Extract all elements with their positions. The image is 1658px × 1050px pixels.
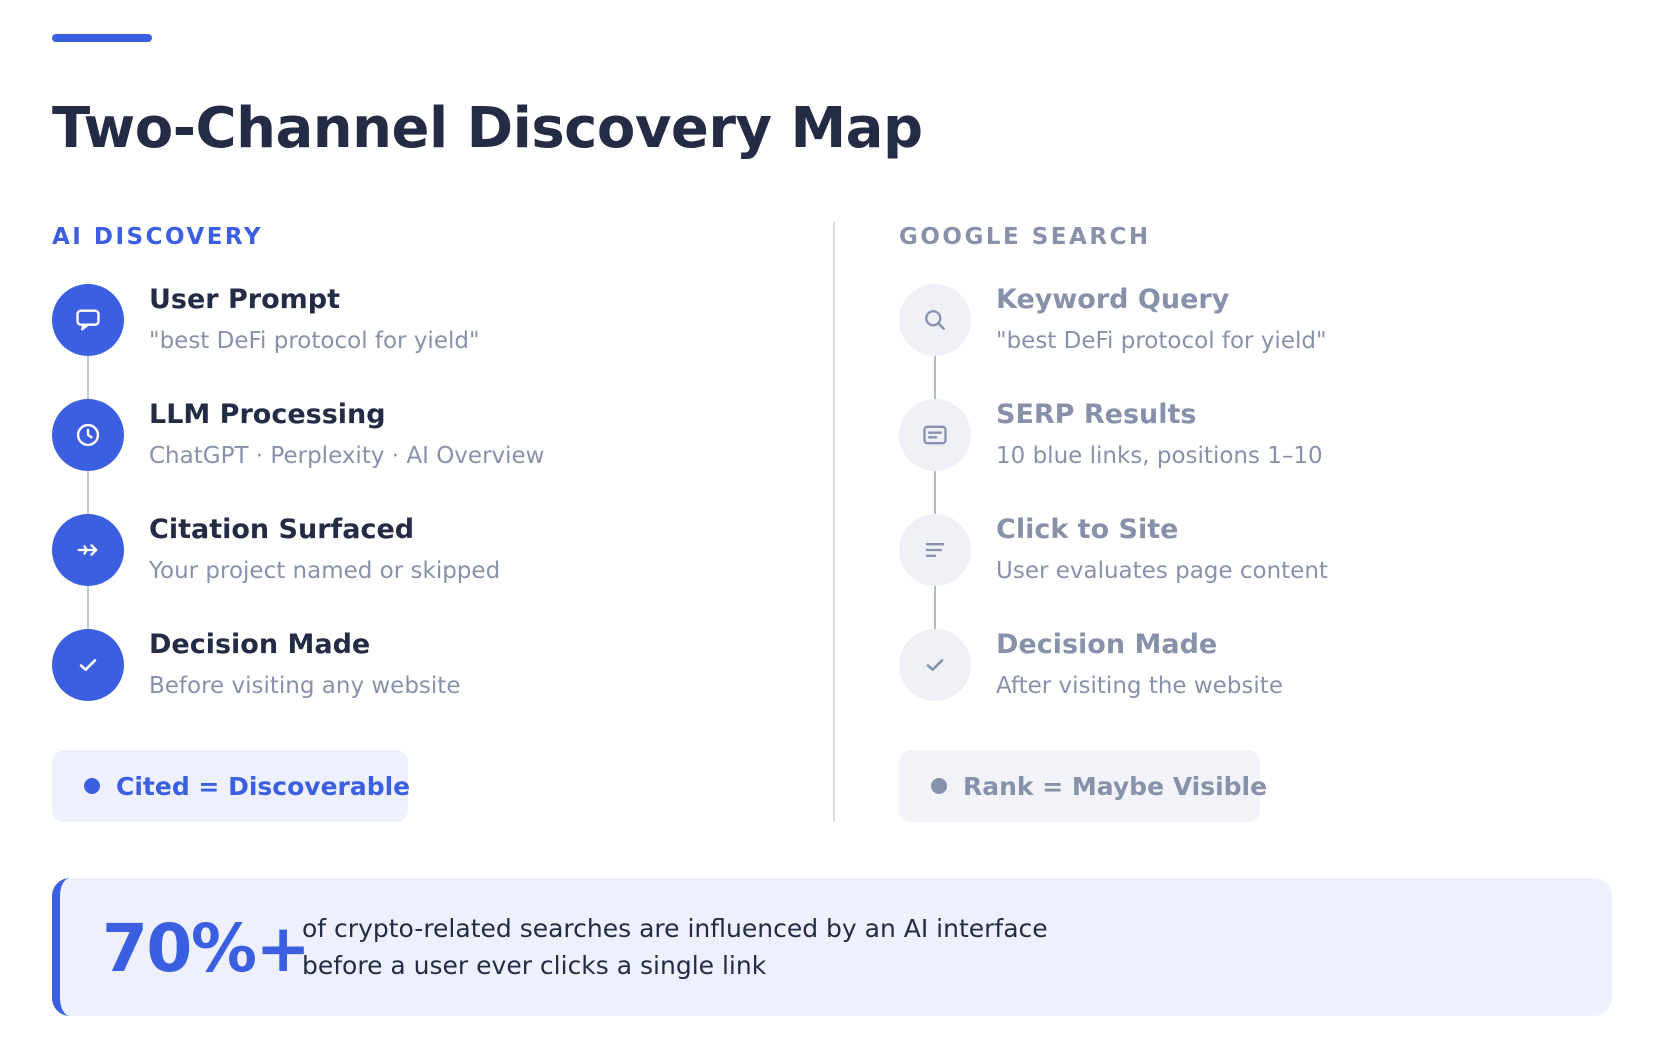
step-subtitle: Your project named or skipped xyxy=(149,558,501,584)
results-list-icon xyxy=(923,425,947,445)
arrow-right-icon xyxy=(77,544,98,556)
stat-line-1: of crypto-related searches are influence… xyxy=(302,914,1048,943)
search-icon xyxy=(925,310,945,330)
step-subtitle: User evaluates page content xyxy=(996,558,1328,584)
step-title: Citation Surfaced xyxy=(149,514,415,545)
step-title: Decision Made xyxy=(996,629,1218,660)
chat-bubble-icon xyxy=(76,309,100,331)
step-subtitle: ChatGPT · Perplexity · AI Overview xyxy=(149,443,545,469)
column-divider xyxy=(833,222,835,822)
google-step-keyword-query: Keyword Query "best DeFi protocol for yi… xyxy=(899,284,1658,399)
ai-discovery-column: AI DISCOVERY User Prompt "best DeFi prot… xyxy=(52,222,812,744)
ai-step-circle xyxy=(52,629,124,701)
step-title: SERP Results xyxy=(996,399,1197,430)
ai-outcome-badge: Cited = Discoverable xyxy=(52,750,411,822)
step-title: User Prompt xyxy=(149,284,341,315)
google-outcome-badge: Rank = Maybe Visible xyxy=(899,750,1267,822)
stat-callout: 70%+ of crypto-related searches are infl… xyxy=(52,878,1612,1016)
badge-label: Rank = Maybe Visible xyxy=(963,771,1268,801)
text-lines-icon xyxy=(925,543,945,557)
google-step-circle xyxy=(899,399,971,471)
badge-dot-icon xyxy=(84,778,100,794)
page-title: Two-Channel Discovery Map xyxy=(52,96,923,161)
clock-icon xyxy=(76,423,100,447)
step-subtitle: 10 blue links, positions 1–10 xyxy=(996,443,1323,469)
checkmark-icon xyxy=(79,659,97,671)
google-step-decision-made: Decision Made After visiting the website xyxy=(899,629,1658,744)
google-column-heading: GOOGLE SEARCH xyxy=(899,224,1151,250)
step-subtitle: "best DeFi protocol for yield" xyxy=(996,328,1327,354)
google-search-column: GOOGLE SEARCH Keyword Query "best DeFi p… xyxy=(899,222,1658,744)
checkmark-icon xyxy=(926,659,944,671)
google-step-click-to-site: Click to Site User evaluates page conten… xyxy=(899,514,1658,629)
ai-step-decision-made: Decision Made Before visiting any websit… xyxy=(52,629,812,744)
stat-description: of crypto-related searches are influence… xyxy=(302,910,1048,984)
accent-bar xyxy=(52,34,152,42)
step-title: Click to Site xyxy=(996,514,1179,545)
badge-dot-icon xyxy=(931,778,947,794)
google-step-serp-results: SERP Results 10 blue links, positions 1–… xyxy=(899,399,1658,514)
step-title: Decision Made xyxy=(149,629,371,660)
google-step-circle xyxy=(899,629,971,701)
stat-value: 70%+ xyxy=(102,910,311,987)
google-step-circle xyxy=(899,284,971,356)
step-subtitle: After visiting the website xyxy=(996,673,1283,699)
badge-label: Cited = Discoverable xyxy=(116,771,411,801)
google-step-circle xyxy=(899,514,971,586)
ai-step-user-prompt: User Prompt "best DeFi protocol for yiel… xyxy=(52,284,812,399)
ai-column-heading: AI DISCOVERY xyxy=(52,224,264,250)
step-title: LLM Processing xyxy=(149,399,386,430)
ai-step-llm-processing: LLM Processing ChatGPT · Perplexity · AI… xyxy=(52,399,812,514)
step-subtitle: Before visiting any website xyxy=(149,673,461,699)
stat-line-2: before a user ever clicks a single link xyxy=(302,951,767,980)
step-title: Keyword Query xyxy=(996,284,1230,315)
ai-step-citation-surfaced: Citation Surfaced Your project named or … xyxy=(52,514,812,629)
discovery-map-page: Two-Channel Discovery Map AI DISCOVERY U… xyxy=(0,0,1658,1050)
ai-steps: User Prompt "best DeFi protocol for yiel… xyxy=(52,284,812,744)
ai-step-circle xyxy=(52,514,124,586)
ai-step-circle xyxy=(52,399,124,471)
ai-step-circle xyxy=(52,284,124,356)
step-subtitle: "best DeFi protocol for yield" xyxy=(149,328,480,354)
google-steps: Keyword Query "best DeFi protocol for yi… xyxy=(899,284,1658,744)
